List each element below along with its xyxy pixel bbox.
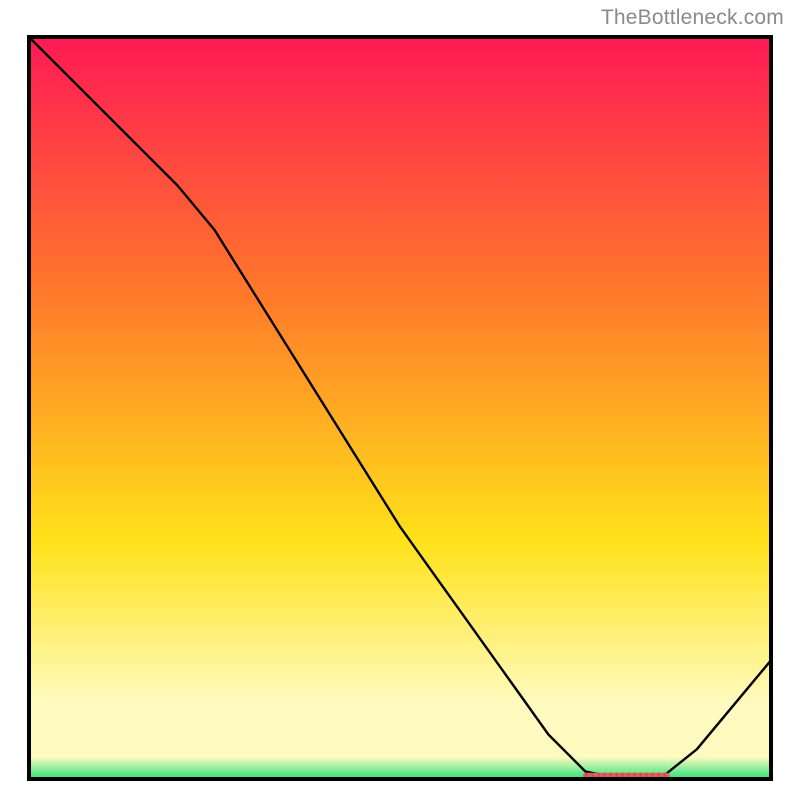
plot-area xyxy=(27,35,773,781)
attribution-text: TheBottleneck.com xyxy=(601,6,784,30)
chart-svg xyxy=(27,35,773,781)
chart-container: TheBottleneck.com xyxy=(0,0,800,800)
